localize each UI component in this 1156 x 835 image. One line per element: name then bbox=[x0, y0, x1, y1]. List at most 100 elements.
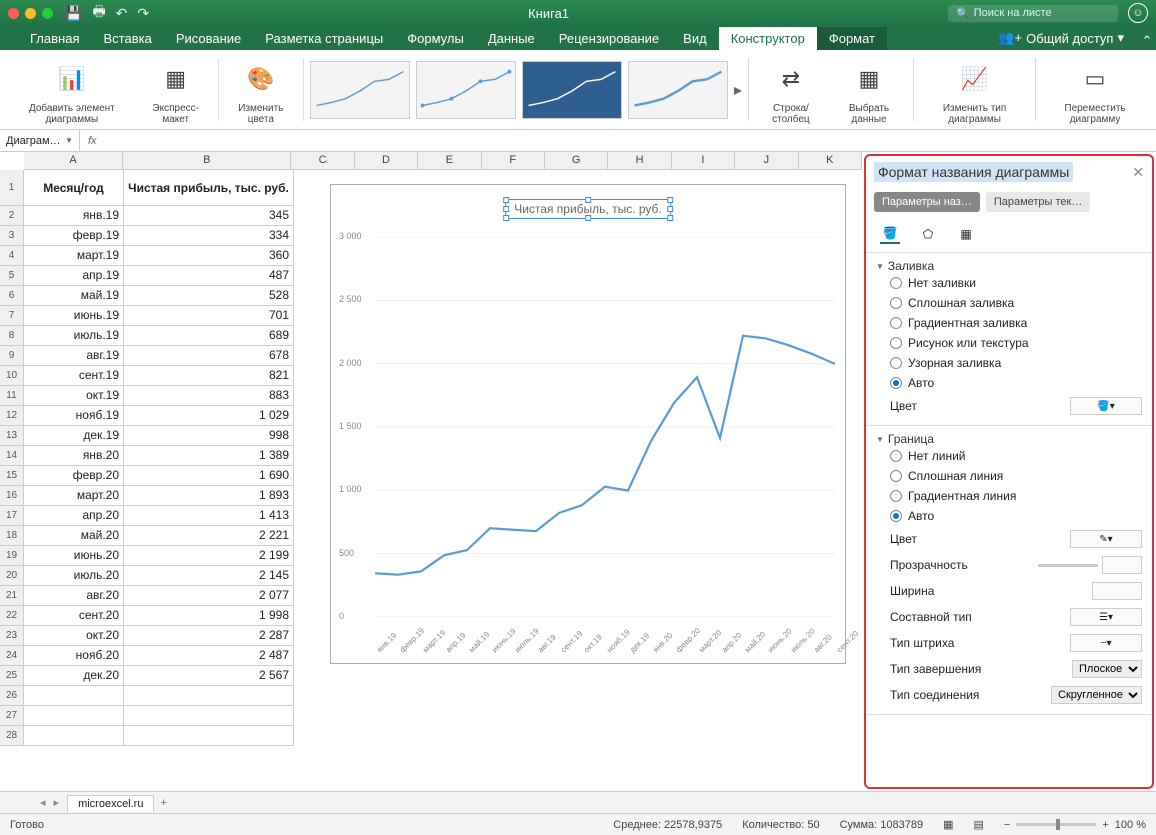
search-input[interactable]: 🔍 Поиск на листе bbox=[948, 5, 1118, 22]
zoom-slider[interactable] bbox=[1016, 823, 1096, 826]
status-count: Количество: 50 bbox=[742, 819, 819, 831]
change-colors-button[interactable]: 🎨Изменить цвета bbox=[225, 54, 298, 125]
fill-header[interactable]: Заливка bbox=[876, 259, 1142, 273]
cap-select[interactable]: Плоское bbox=[1072, 660, 1142, 678]
pane-tab-title-options[interactable]: Параметры наз… bbox=[874, 192, 980, 212]
chart-style-4[interactable] bbox=[628, 61, 728, 119]
col-header-h[interactable]: H bbox=[608, 152, 671, 169]
close-window-icon[interactable] bbox=[8, 8, 19, 19]
chart-style-3[interactable] bbox=[522, 61, 622, 119]
view-layout-icon[interactable]: ▤ bbox=[974, 818, 984, 831]
quick-layout-button[interactable]: ▦Экспресс-макет bbox=[140, 54, 212, 125]
add-chart-element-button[interactable]: 📊Добавить элемент диаграммы bbox=[8, 54, 136, 125]
col-header-j[interactable]: J bbox=[735, 152, 798, 169]
change-chart-type-button[interactable]: 📈Изменить тип диаграммы bbox=[920, 54, 1029, 125]
user-avatar-icon[interactable]: ☺ bbox=[1128, 3, 1148, 23]
tab-pagelayout[interactable]: Разметка страницы bbox=[253, 27, 395, 50]
transparency-label: Прозрачность bbox=[890, 558, 968, 572]
change-colors-label: Изменить цвета bbox=[231, 103, 292, 125]
radio-option[interactable]: Авто bbox=[876, 373, 1142, 393]
chart[interactable]: Чистая прибыль, тыс. руб. 05001 0001 500… bbox=[330, 184, 846, 664]
col-header-b[interactable]: B bbox=[123, 152, 291, 169]
chart-style-2[interactable] bbox=[416, 61, 516, 119]
switch-row-col-button[interactable]: ⇄Строка/столбец bbox=[755, 54, 827, 125]
namebox-value: Диаграм… bbox=[6, 135, 61, 147]
plot-area[interactable] bbox=[375, 237, 835, 617]
tab-formulas[interactable]: Формулы bbox=[395, 27, 476, 50]
ribbon-expand-icon[interactable]: ⌃ bbox=[1138, 32, 1156, 50]
col-header-e[interactable]: E bbox=[418, 152, 481, 169]
status-sum: Сумма: 1083789 bbox=[840, 819, 924, 831]
transparency-input[interactable] bbox=[1102, 556, 1142, 574]
size-props-icon[interactable]: ▦ bbox=[956, 224, 976, 244]
select-data-button[interactable]: ▦Выбрать данные bbox=[831, 54, 907, 125]
radio-option[interactable]: Нет заливки bbox=[876, 273, 1142, 293]
col-header-d[interactable]: D bbox=[355, 152, 418, 169]
undo-icon[interactable]: ↶ bbox=[116, 5, 128, 22]
fill-color-picker[interactable]: 🪣▾ bbox=[1070, 397, 1142, 415]
chart-styles-gallery[interactable]: ▸ bbox=[310, 54, 742, 125]
effects-icon[interactable]: ⬠ bbox=[918, 224, 938, 244]
radio-option[interactable]: Сплошная линия bbox=[876, 466, 1142, 486]
col-header-f[interactable]: F bbox=[482, 152, 545, 169]
add-sheet-button[interactable]: + bbox=[160, 797, 166, 809]
sheet-nav-prev-icon[interactable]: ▸ bbox=[54, 796, 60, 809]
fx-icon[interactable]: fx bbox=[80, 135, 105, 147]
col-header-k[interactable]: K bbox=[799, 152, 862, 169]
styles-more-icon[interactable]: ▸ bbox=[734, 80, 742, 100]
col-header-a[interactable]: A bbox=[24, 152, 123, 169]
share-button[interactable]: 👥+ Общий доступ ▾ bbox=[984, 26, 1138, 50]
radio-option[interactable]: Сплошная заливка bbox=[876, 293, 1142, 313]
sheet-nav-first-icon[interactable]: ◂ bbox=[40, 796, 46, 809]
dash-picker[interactable]: ┄▾ bbox=[1070, 634, 1142, 652]
radio-option[interactable]: Градиентная линия bbox=[876, 486, 1142, 506]
col-header-g[interactable]: G bbox=[545, 152, 608, 169]
tab-draw[interactable]: Рисование bbox=[164, 27, 253, 50]
switch-rowcol-icon: ⇄ bbox=[782, 54, 800, 103]
view-normal-icon[interactable]: ▦ bbox=[943, 818, 953, 831]
pane-tab-text-options[interactable]: Параметры тек… bbox=[986, 192, 1091, 212]
move-chart-button[interactable]: ▭Переместить диаграмму bbox=[1042, 54, 1148, 125]
transparency-slider[interactable] bbox=[1038, 564, 1098, 567]
border-color-picker[interactable]: ✎▾ bbox=[1070, 530, 1142, 548]
col-header-c[interactable]: C bbox=[291, 152, 354, 169]
radio-option[interactable]: Нет линий bbox=[876, 446, 1142, 466]
tab-home[interactable]: Главная bbox=[18, 27, 91, 50]
name-box[interactable]: Диаграм… ▼ bbox=[0, 130, 80, 151]
maximize-window-icon[interactable] bbox=[42, 8, 53, 19]
zoom-out-icon[interactable]: − bbox=[1004, 819, 1010, 831]
tab-format[interactable]: Формат bbox=[817, 27, 887, 50]
tab-view[interactable]: Вид bbox=[671, 27, 719, 50]
compound-picker[interactable]: ☰▾ bbox=[1070, 608, 1142, 626]
border-header[interactable]: Граница bbox=[876, 432, 1142, 446]
border-color-label: Цвет bbox=[890, 532, 917, 546]
radio-option[interactable]: Авто bbox=[876, 506, 1142, 526]
save-icon[interactable]: 💾 bbox=[65, 5, 82, 22]
cells[interactable]: Месяц/годЧистая прибыль, тыс. руб.янв.19… bbox=[24, 170, 294, 746]
sheet-tab[interactable]: microexcel.ru bbox=[67, 795, 154, 812]
status-ready: Готово bbox=[10, 819, 44, 831]
radio-option[interactable]: Рисунок или текстура bbox=[876, 333, 1142, 353]
zoom-level: 100 % bbox=[1115, 819, 1146, 831]
radio-option[interactable]: Градиентная заливка bbox=[876, 313, 1142, 333]
tab-data[interactable]: Данные bbox=[476, 27, 547, 50]
col-header-i[interactable]: I bbox=[672, 152, 735, 169]
window-controls[interactable] bbox=[8, 8, 53, 19]
close-pane-icon[interactable]: ✕ bbox=[1132, 164, 1144, 181]
namebox-dropdown-icon[interactable]: ▼ bbox=[65, 136, 73, 145]
join-select[interactable]: Скругленное bbox=[1051, 686, 1142, 704]
minimize-window-icon[interactable] bbox=[25, 8, 36, 19]
print-icon[interactable]: 🖶 bbox=[92, 1, 105, 25]
width-input[interactable] bbox=[1092, 582, 1142, 600]
redo-icon[interactable]: ↷ bbox=[137, 5, 149, 22]
chart-style-1[interactable] bbox=[310, 61, 410, 119]
fill-line-icon[interactable]: 🪣 bbox=[880, 224, 900, 244]
tab-insert[interactable]: Вставка bbox=[91, 27, 163, 50]
radio-option[interactable]: Узорная заливка bbox=[876, 353, 1142, 373]
status-average: Среднее: 22578,9375 bbox=[613, 819, 722, 831]
tab-design[interactable]: Конструктор bbox=[719, 27, 817, 50]
worksheet[interactable]: A B C D E F G H I J K 123456789101112131… bbox=[0, 152, 862, 791]
zoom-in-icon[interactable]: + bbox=[1102, 819, 1108, 831]
chart-title[interactable]: Чистая прибыль, тыс. руб. bbox=[505, 199, 671, 219]
tab-review[interactable]: Рецензирование bbox=[547, 27, 671, 50]
